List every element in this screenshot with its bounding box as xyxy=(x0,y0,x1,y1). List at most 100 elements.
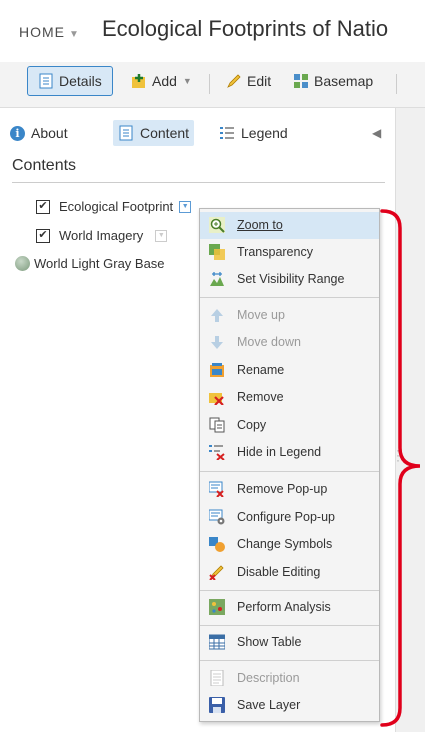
add-icon xyxy=(131,73,147,89)
zoom-icon xyxy=(209,217,225,233)
layer-checkbox[interactable]: ✔ xyxy=(36,228,50,243)
menu-item-label: Change Symbols xyxy=(237,537,333,551)
tab-content[interactable]: Content xyxy=(113,120,195,146)
menu-item-label: Save Layer xyxy=(237,698,301,712)
home-label: HOME xyxy=(19,24,65,40)
menu-item-label: Move down xyxy=(237,335,301,349)
menu-item-perform-analysis[interactable]: Perform Analysis xyxy=(200,594,379,621)
menu-item-label: Transparency xyxy=(237,245,313,259)
menu-item-disable-editing[interactable]: Disable Editing xyxy=(200,559,379,586)
home-menu[interactable]: HOME ▼ xyxy=(19,24,80,40)
content-icon xyxy=(118,125,134,141)
menu-item-configure-popup[interactable]: Configure Pop-up xyxy=(200,504,379,531)
menu-item-label: Zoom to xyxy=(237,218,283,232)
layer-name: Ecological Footprint xyxy=(59,199,174,214)
menu-divider xyxy=(200,625,379,626)
menu-item-description[interactable]: Description xyxy=(200,665,379,692)
layer-item[interactable]: ✔ World Imagery ▼ xyxy=(36,228,168,243)
menu-item-move-up[interactable]: Move up xyxy=(200,302,379,329)
configure-popup-icon xyxy=(208,509,225,525)
transparency-icon xyxy=(209,244,225,260)
description-icon xyxy=(209,669,225,687)
menu-divider xyxy=(200,590,379,591)
layer-checkbox[interactable]: ✔ xyxy=(36,199,50,214)
menu-item-visibility-range[interactable]: Set Visibility Range xyxy=(200,266,379,293)
remove-icon xyxy=(209,389,225,406)
app-header: HOME ▼ Ecological Footprints of Natio xyxy=(0,0,425,62)
visibility-range-icon xyxy=(209,271,225,287)
arrow-up-icon xyxy=(209,307,225,323)
menu-item-label: Move up xyxy=(237,308,285,322)
tab-content-label: Content xyxy=(140,125,190,141)
rename-icon xyxy=(209,362,225,378)
tab-legend-label: Legend xyxy=(241,125,288,141)
menu-divider xyxy=(200,297,379,298)
legend-icon xyxy=(220,125,234,141)
contents-heading: Contents xyxy=(12,157,77,174)
layer-options-icon[interactable]: ▼ xyxy=(179,200,192,213)
edit-label: Edit xyxy=(247,73,272,89)
save-icon xyxy=(209,697,225,713)
menu-item-label: Disable Editing xyxy=(237,565,321,579)
menu-item-label: Rename xyxy=(237,363,285,377)
layer-item[interactable]: ✔ Ecological Footprint ▼ xyxy=(36,199,192,214)
disable-editing-icon xyxy=(209,564,225,581)
menu-item-hide-in-legend[interactable]: Hide in Legend xyxy=(200,439,379,466)
layer-options-icon[interactable]: ▼ xyxy=(155,229,168,242)
menu-item-label: Perform Analysis xyxy=(237,600,331,614)
menu-item-copy[interactable]: Copy xyxy=(200,412,379,439)
page-title: Ecological Footprints of Natio xyxy=(102,16,389,41)
menu-item-rename[interactable]: Rename xyxy=(200,357,379,384)
layer-name: World Light Gray Base xyxy=(34,256,165,271)
table-icon xyxy=(208,634,226,650)
tab-legend[interactable]: Legend xyxy=(220,120,288,146)
menu-item-label: Show Table xyxy=(237,635,302,649)
basemap-label: Basemap xyxy=(314,73,374,89)
hide-legend-icon xyxy=(209,444,225,461)
basemap-button[interactable]: Basemap xyxy=(293,66,373,96)
menu-item-show-table[interactable]: Show Table xyxy=(200,629,379,656)
tab-about-label: About xyxy=(31,125,68,141)
menu-item-label: Set Visibility Range xyxy=(237,272,345,286)
menu-item-change-symbols[interactable]: Change Symbols xyxy=(200,531,379,558)
menu-item-label: Description xyxy=(237,671,300,685)
menu-item-zoom-to[interactable]: Zoom to xyxy=(200,212,379,239)
details-icon xyxy=(38,73,54,89)
basemap-icon xyxy=(293,73,309,89)
tab-about[interactable]: i About xyxy=(10,120,68,146)
copy-icon xyxy=(209,417,225,433)
change-symbols-icon xyxy=(209,536,225,552)
collapse-panel-icon[interactable]: ◀ xyxy=(372,126,381,140)
menu-item-label: Remove Pop-up xyxy=(237,482,328,496)
toolbar-divider xyxy=(209,74,210,94)
details-button[interactable]: Details xyxy=(27,66,113,96)
globe-icon xyxy=(15,256,30,271)
pencil-icon xyxy=(226,73,242,89)
menu-item-label: Copy xyxy=(237,418,267,432)
menu-item-label: Hide in Legend xyxy=(237,445,322,459)
panel-tabs: i About Content Legend ◀ xyxy=(0,116,395,146)
menu-item-label: Remove xyxy=(237,390,284,404)
details-label: Details xyxy=(59,73,102,89)
menu-item-label: Configure Pop-up xyxy=(237,510,335,524)
toolbar-divider xyxy=(396,74,397,94)
menu-item-transparency[interactable]: Transparency xyxy=(200,239,379,266)
analysis-icon xyxy=(209,599,225,615)
menu-item-remove-popup[interactable]: Remove Pop-up xyxy=(200,476,379,503)
info-icon: i xyxy=(10,125,25,141)
chevron-down-icon: ▼ xyxy=(69,29,80,40)
chevron-down-icon: ▼ xyxy=(182,76,192,86)
add-button[interactable]: Add ▼ xyxy=(131,66,192,96)
menu-divider xyxy=(200,660,379,661)
add-label: Add xyxy=(152,73,177,89)
basemap-layer-item[interactable]: World Light Gray Base xyxy=(15,256,165,271)
toolbar: Details Add ▼ Edit Basemap xyxy=(0,62,425,108)
arrow-down-icon xyxy=(209,334,225,350)
menu-divider xyxy=(200,471,379,472)
menu-item-remove[interactable]: Remove xyxy=(200,384,379,411)
menu-item-move-down[interactable]: Move down xyxy=(200,329,379,356)
edit-button[interactable]: Edit xyxy=(226,66,271,96)
layer-context-menu: Zoom to Transparency Set Visibility Rang… xyxy=(199,208,380,722)
red-bracket-annotation xyxy=(380,209,421,727)
menu-item-save-layer[interactable]: Save Layer xyxy=(200,692,379,719)
